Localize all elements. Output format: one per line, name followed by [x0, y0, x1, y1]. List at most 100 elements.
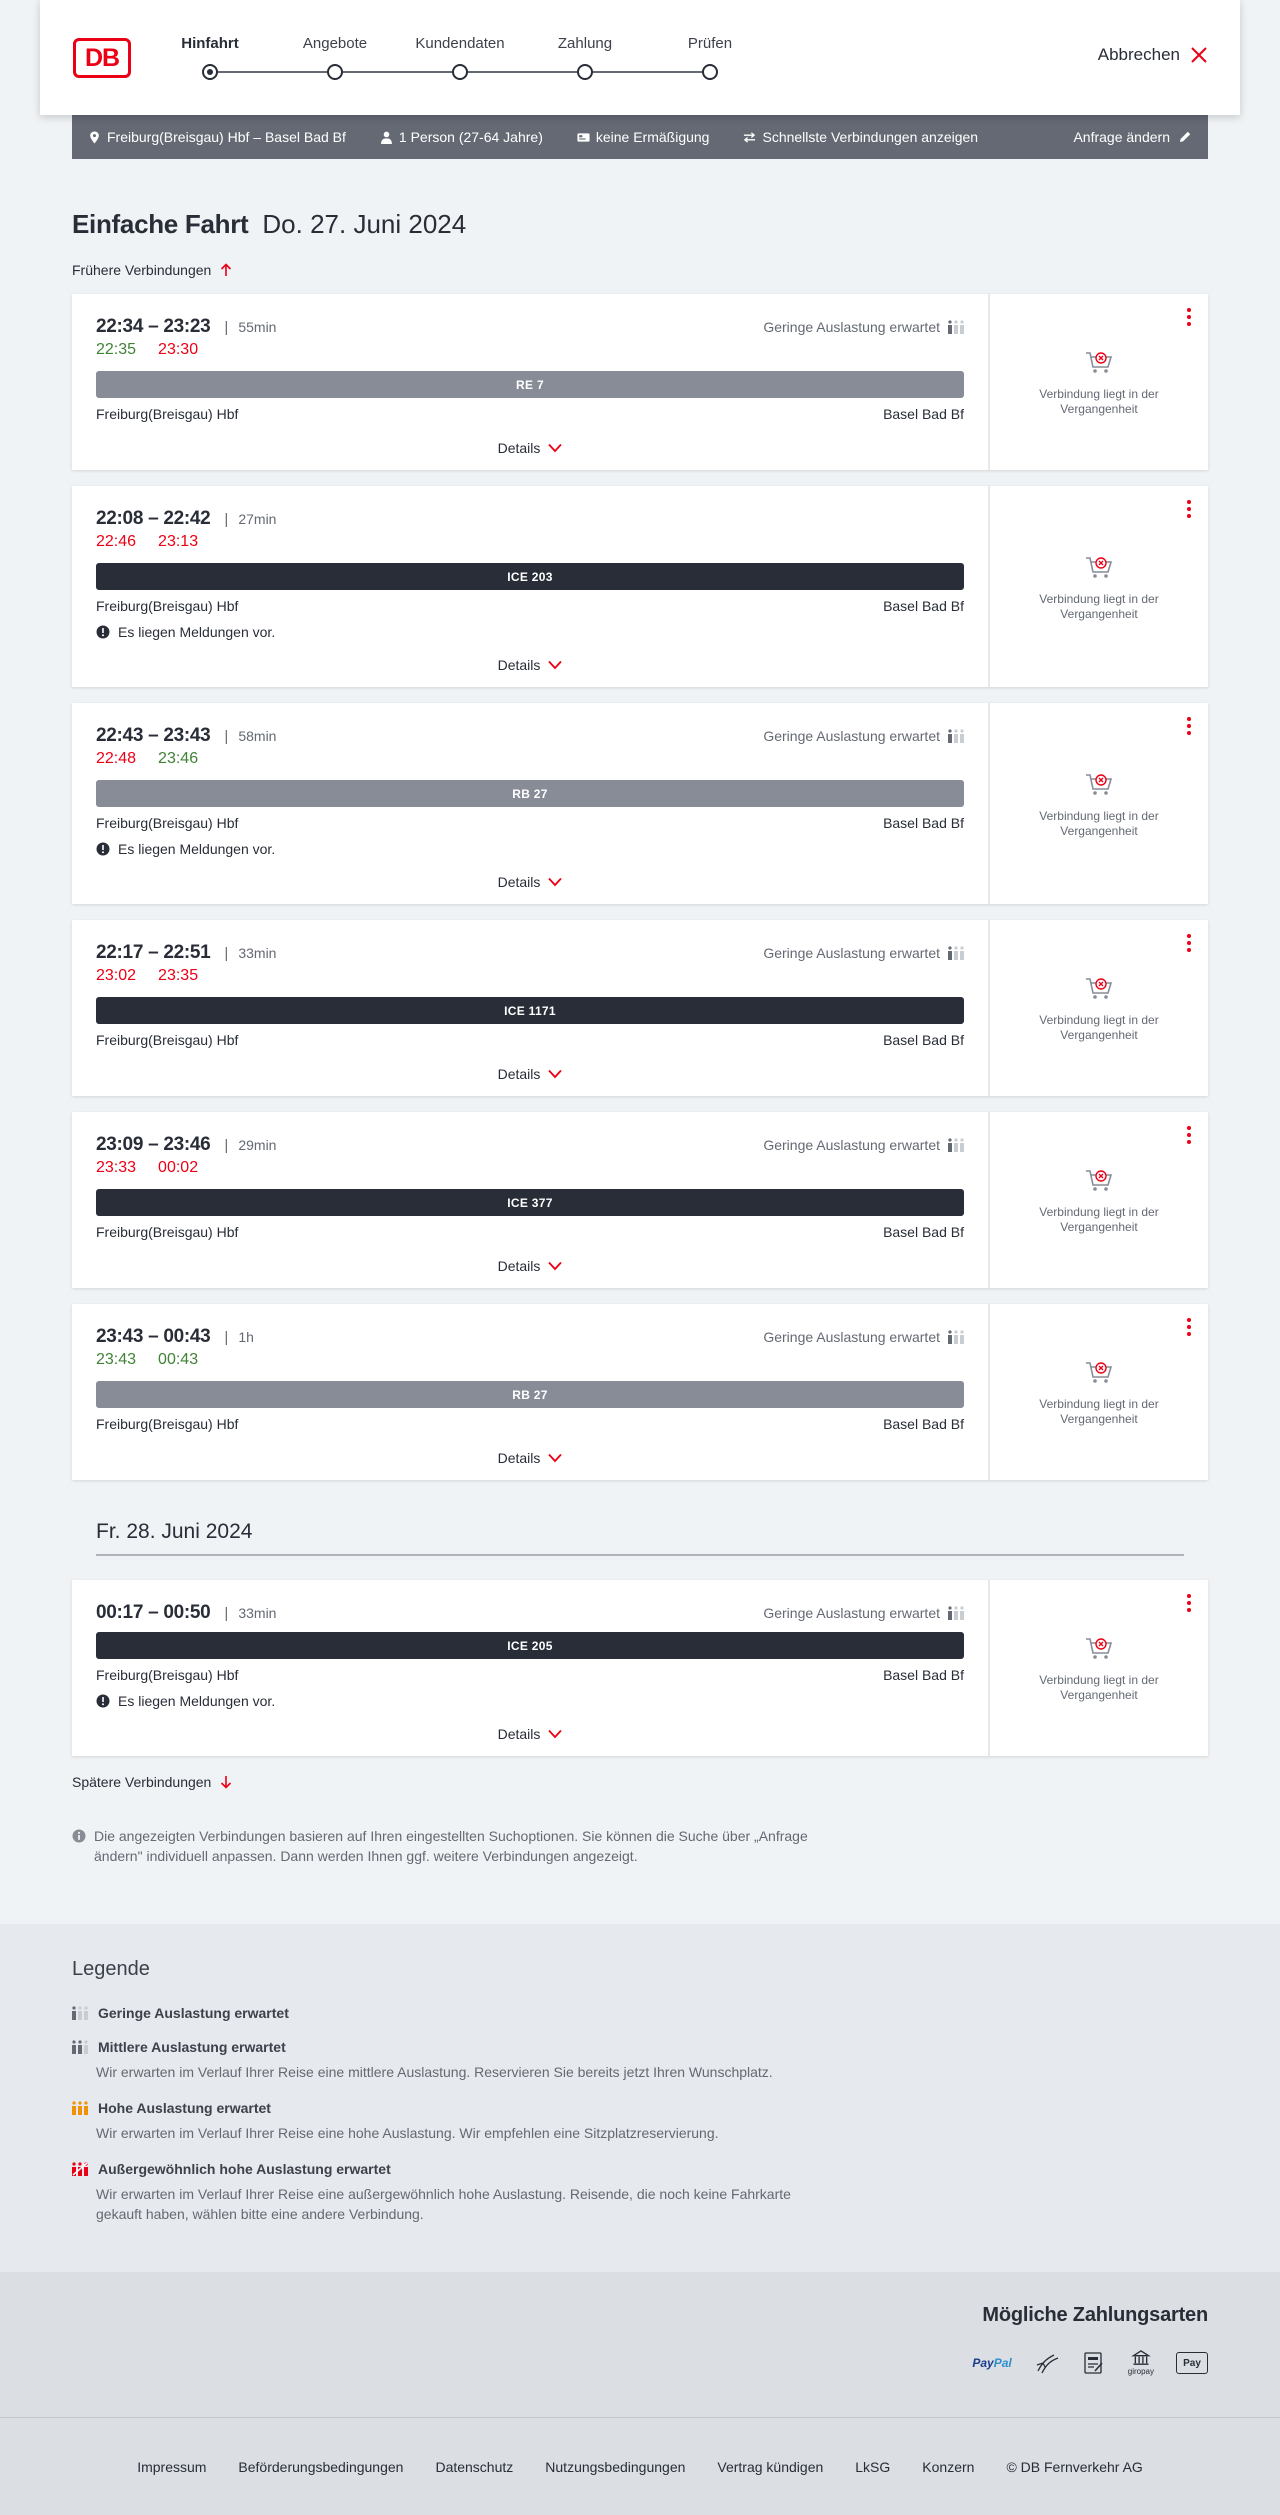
disruption-message: Es liegen Meldungen vor. [96, 623, 964, 641]
giropay-icon: giropay [1128, 2350, 1154, 2376]
train-segment-bar[interactable]: ICE 1171 [96, 997, 964, 1024]
connection-card[interactable]: 23:09 – 23:46 | 29min Geringe Auslastung er… [72, 1112, 1208, 1288]
db-logo[interactable]: DB [73, 38, 131, 78]
connection-info[interactable]: 22:43 – 23:43 | 58min Geringe Auslastung er… [72, 703, 990, 904]
more-options-icon[interactable] [1186, 1594, 1192, 1612]
more-options-icon[interactable] [1186, 500, 1192, 518]
connection-card[interactable]: 22:34 – 23:23 | 55min Geringe Auslastung er… [72, 294, 1208, 470]
legend-item: Hohe Auslastung erwartet Wir erwarten im … [72, 2100, 1280, 2143]
train-segment-bar[interactable]: ICE 377 [96, 1189, 964, 1216]
planned-times: 22:08 – 22:42 [96, 508, 211, 529]
bahncard-icon [577, 132, 590, 142]
disruption-text: Es liegen Meldungen vor. [118, 1693, 276, 1709]
low-occupancy-icon [948, 320, 964, 334]
more-options-icon[interactable] [1186, 1126, 1192, 1144]
connection-info[interactable]: 23:09 – 23:46 | 29min Geringe Auslastung er… [72, 1112, 990, 1288]
query-passengers: 1 Person (27-64 Jahre) [380, 129, 543, 145]
connection-card[interactable]: 22:43 – 23:43 | 58min Geringe Auslastung er… [72, 703, 1208, 904]
edit-query-label: Anfrage ändern [1073, 129, 1170, 145]
later-connections-link[interactable]: Spätere Verbindungen [72, 1774, 233, 1790]
arrival-station: Basel Bad Bf [883, 1032, 964, 1048]
details-toggle[interactable]: Details [96, 657, 964, 673]
footer-link[interactable]: LkSG [855, 2459, 890, 2475]
connection-card[interactable]: 23:43 – 00:43 | 1h Geringe Auslastung erwar… [72, 1304, 1208, 1480]
departure-station: Freiburg(Breisgau) Hbf [96, 406, 239, 422]
legend-item: Geringe Auslastung erwartet [72, 2005, 1280, 2021]
earlier-connections-link[interactable]: Frühere Verbindungen [72, 262, 233, 278]
realtime-times: 23:33 00:02 [96, 1159, 964, 1181]
step-dot [202, 64, 218, 80]
giropay-label: giropay [1127, 2367, 1154, 2376]
step-3[interactable]: Zahlung [525, 34, 645, 80]
separator: | [224, 1328, 229, 1346]
location-pin-icon [90, 131, 99, 143]
arrival-station: Basel Bad Bf [883, 815, 964, 831]
load-label: Geringe Auslastung erwartet [763, 319, 940, 335]
paypal-logo-text: PayPal [972, 2356, 1012, 2370]
connection-info[interactable]: 22:34 – 23:23 | 55min Geringe Auslastung er… [72, 294, 990, 470]
step-2[interactable]: Kundendaten [400, 34, 520, 80]
train-segment-bar[interactable]: RB 27 [96, 1381, 964, 1408]
realtime-times: 22:48 23:46 [96, 750, 964, 772]
chevron-down-icon [548, 1069, 563, 1079]
departure-station: Freiburg(Breisgau) Hbf [96, 1032, 239, 1048]
booking-panel: Verbindung liegt in der Vergangenheit [990, 703, 1208, 904]
step-1[interactable]: Angebote [275, 34, 395, 80]
connection-info[interactable]: 22:17 – 22:51 | 33min Geringe Auslastung er… [72, 920, 990, 1096]
footer-link[interactable]: Konzern [922, 2459, 974, 2475]
booking-header: DB Hinfahrt Angebote Kundendaten Zahlung Prü… [40, 0, 1240, 115]
details-toggle[interactable]: Details [96, 1258, 964, 1274]
train-segment-bar[interactable]: RE 7 [96, 371, 964, 398]
footer-link[interactable]: Beförderungsbedingungen [238, 2459, 403, 2475]
footer-link[interactable]: Impressum [137, 2459, 206, 2475]
more-options-icon[interactable] [1186, 1318, 1192, 1336]
payment-methods-section: Mögliche Zahlungsarten PayPal giropay Pa… [0, 2272, 1280, 2418]
details-label: Details [497, 1726, 541, 1742]
realtime-arrival: 00:43 [158, 1351, 199, 1368]
details-toggle[interactable]: Details [96, 874, 964, 890]
realtime-departure: 23:33 [96, 1159, 137, 1176]
planned-times: 23:43 – 00:43 [96, 1326, 211, 1347]
more-options-icon[interactable] [1186, 717, 1192, 735]
connection-info[interactable]: 22:08 – 22:42 | 27min 22:46 23:13 ICE 203 Frei… [72, 486, 990, 687]
cart-unavailable-icon [1084, 973, 1114, 1003]
more-options-icon[interactable] [1186, 308, 1192, 326]
details-toggle[interactable]: Details [96, 440, 964, 456]
connection-info[interactable]: 00:17 – 00:50 | 33min Geringe Auslastung er… [72, 1580, 990, 1756]
train-segment-bar[interactable]: RB 27 [96, 780, 964, 807]
search-info-note: Die angezeigten Verbindungen basieren au… [72, 1826, 852, 1866]
separator: | [224, 727, 229, 745]
low-occupancy-icon [948, 1606, 964, 1620]
footer-link[interactable]: Datenschutz [435, 2459, 513, 2475]
details-toggle[interactable]: Details [96, 1066, 964, 1082]
departure-station: Freiburg(Breisgau) Hbf [96, 598, 239, 614]
separator: | [224, 510, 229, 528]
details-toggle[interactable]: Details [96, 1450, 964, 1466]
realtime-arrival: 23:35 [158, 967, 199, 984]
connection-info[interactable]: 23:43 – 00:43 | 1h Geringe Auslastung erwar… [72, 1304, 990, 1480]
train-segment-bar[interactable]: ICE 205 [96, 1632, 964, 1659]
connection-list: 22:34 – 23:23 | 55min Geringe Auslastung er… [72, 294, 1208, 1480]
load-label: Geringe Auslastung erwartet [763, 728, 940, 744]
load-label: Geringe Auslastung erwartet [763, 1329, 940, 1345]
step-4[interactable]: Prüfen [650, 34, 770, 80]
connection-card[interactable]: 00:17 – 00:50 | 33min Geringe Auslastung er… [72, 1580, 1208, 1756]
connection-card[interactable]: 22:08 – 22:42 | 27min 22:46 23:13 ICE 203 Frei… [72, 486, 1208, 687]
connection-card[interactable]: 22:17 – 22:51 | 33min Geringe Auslastung er… [72, 920, 1208, 1096]
realtime-times: 22:35 23:30 [96, 341, 964, 363]
planned-times: 23:09 – 23:46 [96, 1134, 211, 1155]
legend-section: Legende Geringe Auslastung erwartet Mittl… [0, 1924, 1280, 2272]
train-segment-bar[interactable]: ICE 203 [96, 563, 964, 590]
step-0[interactable]: Hinfahrt [150, 34, 270, 80]
low-occupancy-icon [948, 946, 964, 960]
more-options-icon[interactable] [1186, 934, 1192, 952]
info-icon [72, 1829, 86, 1843]
edit-query-button[interactable]: Anfrage ändern [1073, 129, 1192, 145]
realtime-times: 23:02 23:35 [96, 967, 964, 989]
footer-link[interactable]: Vertrag kündigen [717, 2459, 823, 2475]
chevron-down-icon [548, 1453, 563, 1463]
footer-link[interactable]: Nutzungsbedingungen [545, 2459, 685, 2475]
separator: | [224, 1136, 229, 1154]
cancel-button[interactable]: Abbrechen [1098, 45, 1208, 65]
details-toggle[interactable]: Details [96, 1726, 964, 1742]
